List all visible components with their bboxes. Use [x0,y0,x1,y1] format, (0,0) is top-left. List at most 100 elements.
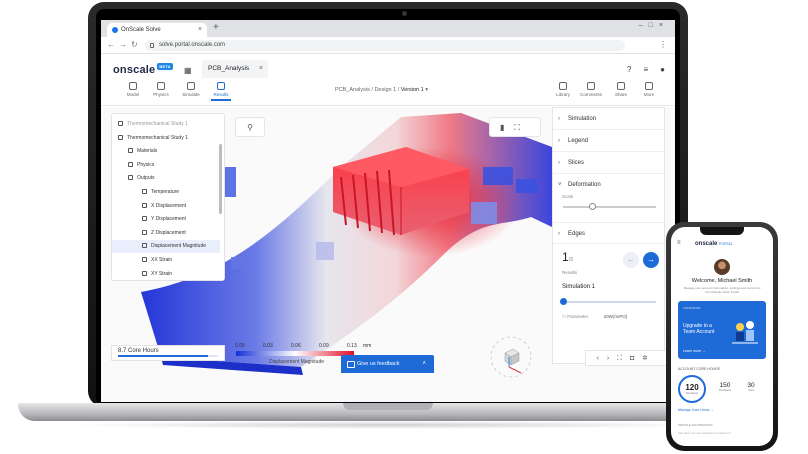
browser-menu-icon[interactable]: ⋮ [659,40,667,49]
tree-item[interactable]: X Displacement [112,200,220,213]
address-bar[interactable]: solve.portal.onscale.com [145,40,625,51]
view-cube[interactable] [490,336,532,378]
tool-more[interactable]: More [635,82,663,97]
close-tab-icon[interactable]: × [198,23,202,37]
legend-ticks: 0.00 0.03 0.06 0.09 0.13 mm [235,343,375,351]
tree-item-label: Displacement Magnitude [151,243,207,250]
tool-more-label: More [643,92,655,97]
breadcrumb-project[interactable]: PCB_Analysis [335,87,370,93]
wrench-icon [142,229,147,235]
legend-tick: 0.00 [235,343,245,349]
next-result-button[interactable]: → [643,252,659,268]
gear-icon[interactable]: ✲ [642,355,655,362]
slider-knob[interactable] [589,203,596,210]
chevron-right-icon: › [558,138,560,144]
code-icon[interactable]: ‹› [597,355,618,362]
lock-icon [150,43,154,48]
tree-item[interactable]: Thermomechanical Study 1 [112,118,220,131]
tree-item[interactable]: XY Strain [112,268,220,281]
prev-result-button[interactable]: ← [623,252,639,268]
chevron-down-icon[interactable]: ▾ [425,87,428,93]
folder-icon [128,161,133,167]
results-total: 3 [570,257,573,263]
stat-value: 150 [719,382,731,389]
slider-knob[interactable] [560,298,567,305]
results-icon [217,82,225,90]
legend-tick: 0.06 [291,343,301,349]
project-tab[interactable]: PCB_Analysis × [202,60,268,78]
phone-header: ≡ onscale PORTAL [671,239,773,251]
fit-icon[interactable]: ⛶ [617,355,630,362]
breadcrumb-design[interactable]: Design 1 [374,87,396,93]
settings-icon[interactable]: ≡ [643,65,648,74]
profile-section-title: PROFILE INFORMATION [678,423,713,427]
section-slices[interactable]: › Slices [553,152,664,174]
tool-library[interactable]: Library [549,82,577,97]
section-label: Legend [568,138,589,144]
tree-item-label: Temperature [151,189,180,195]
tree-item[interactable]: Displacement Magnitude [112,240,220,254]
manage-core-hours-link[interactable]: Manage Core Hours → [678,408,714,412]
simulation-slider[interactable] [560,298,656,305]
close-project-tab-icon[interactable]: × [259,60,263,78]
avatar[interactable] [714,259,730,275]
tool-results[interactable]: Results [207,82,235,101]
fit-view-icon[interactable]: ⛶ [514,123,530,132]
feedback-button[interactable]: Give us feedback ˄ [341,355,434,373]
card-link[interactable]: Learn more → [683,349,705,353]
tool-model[interactable]: Model [119,82,147,97]
tree-item[interactable]: Thermomechanical Study 1 [112,132,220,145]
tree-item[interactable]: Y Displacement [112,213,220,226]
tree-item[interactable]: Outputs [112,172,220,185]
card-kicker: YOUR PLAN [683,306,701,310]
tree-item[interactable]: Physics [112,159,220,172]
browser-nav-buttons[interactable]: ←→↻ [107,40,142,49]
section-legend[interactable]: › Legend [553,130,664,152]
section-label: Edges [568,231,586,237]
user-icon[interactable]: ● [660,65,665,74]
wrench-icon [142,202,147,208]
new-tab-button[interactable]: + [213,22,219,33]
chevron-right-icon: › [558,116,560,122]
breadcrumb-version[interactable]: Version 1 [401,87,424,93]
tool-comments[interactable]: Comments [577,82,605,97]
phone-notch [700,227,744,235]
bottom-view-tools: ‹›⛶◘✲ [585,350,667,366]
core-hours-widget[interactable]: 8.7 Core Hours [111,345,225,361]
camera-icon[interactable]: ◘ [630,355,642,362]
results-counter: 1/3 [562,250,573,264]
phone-logo-text: onscale [695,241,718,247]
window-controls[interactable]: –□× [639,22,669,29]
section-edges[interactable]: › Edges [553,222,664,244]
folder-icon [128,175,133,181]
tree-item-label: Physics [137,161,155,168]
browser-tab[interactable]: OnScale Solve × [107,23,207,37]
core-hours-label: 8.7 Core Hours [118,348,159,354]
stat-main-label: Remaining [686,392,698,395]
laptop-camera [402,11,407,16]
tool-share[interactable]: Share [607,82,635,97]
section-simulation[interactable]: › Simulation [553,108,664,130]
breadcrumb-separator: / [371,87,373,93]
pin-button[interactable]: ⚲ [235,117,265,137]
chevron-right-icon: › [558,231,560,237]
apps-grid-icon[interactable]: ▦ [184,66,192,75]
tool-simulate[interactable]: Simulate [177,82,205,97]
tree-item[interactable]: Z Displacement [112,227,220,240]
chart-icon[interactable]: ▮ [500,123,514,132]
simulation-viewport[interactable]: Thermomechanical Study 1 Thermomechanical… [101,107,675,402]
tree-item-label: XX Strain [151,257,173,263]
tree-scrollbar[interactable] [219,144,222,214]
tool-physics[interactable]: Physics [147,82,175,97]
tree-item-label: Z Displacement [151,229,186,236]
tree-item[interactable]: XX Strain [112,254,220,267]
hamburger-icon[interactable]: ≡ [677,240,681,246]
parameter-label: Parameter [567,314,589,319]
tree-item[interactable]: Materials [112,145,220,158]
section-deformation[interactable]: ˅ Deformation [553,174,664,196]
upgrade-card[interactable]: YOUR PLAN Upgrade to a Team Account Lear… [678,301,766,359]
legend-title: Displacement Magnitude [269,359,325,365]
tree-item[interactable]: Temperature [112,186,220,199]
scale-slider[interactable] [563,203,656,210]
help-icon[interactable]: ? [627,65,631,74]
